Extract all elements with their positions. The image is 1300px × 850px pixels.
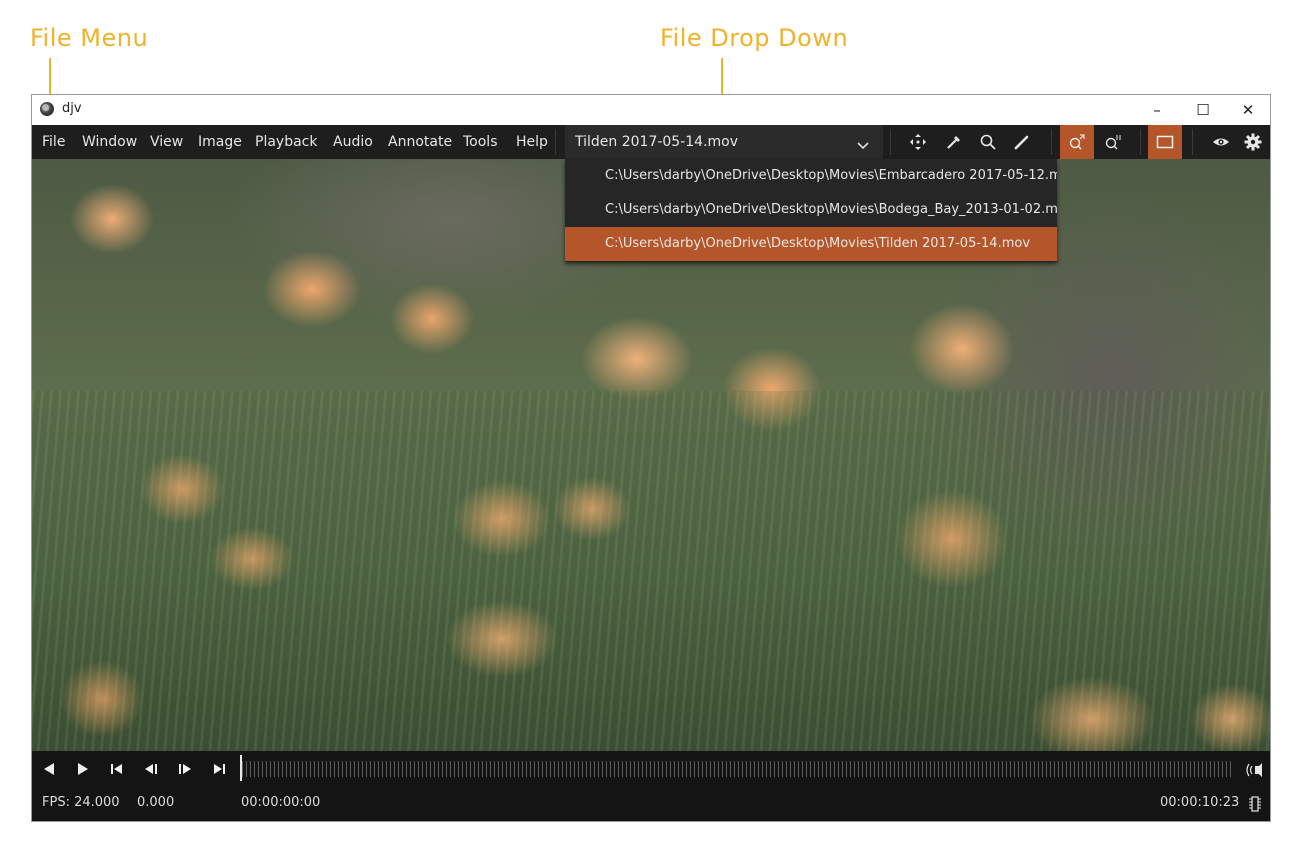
menu-annotate[interactable]: Annotate: [388, 134, 452, 150]
menu-playback[interactable]: Playback: [255, 134, 317, 150]
speaker-icon: [1246, 763, 1262, 777]
menu-audio[interactable]: Audio: [333, 134, 373, 150]
play-icon: [78, 763, 88, 775]
djv-window: djv – ☐ ✕ File Window View Image Playbac…: [31, 94, 1271, 822]
playback-bar: FPS: 24.000 0.000 00:00:00:00 00:00:10:2…: [32, 751, 1270, 821]
next-frame-icon: [179, 764, 191, 774]
last-frame-button[interactable]: [206, 757, 234, 781]
gear-icon: [1244, 133, 1262, 151]
viewport-image-texture: [32, 391, 1270, 751]
menu-separator: [1051, 129, 1052, 155]
playhead-handle[interactable]: [240, 755, 242, 781]
annotate-pen-button[interactable]: [1005, 125, 1039, 159]
menu-bar: File Window View Image Playback Audio An…: [32, 125, 1270, 159]
maximize-button[interactable]: ☐: [1180, 95, 1226, 125]
duration-time: 00:00:10:23: [1160, 795, 1240, 810]
chevron-down-icon: [857, 138, 869, 154]
last-frame-icon: [214, 764, 225, 774]
next-frame-button[interactable]: [172, 757, 200, 781]
file-drop-down[interactable]: Tilden 2017-05-14.mov: [565, 125, 883, 159]
title-bar: djv – ☐ ✕: [32, 95, 1270, 125]
menu-separator: [1192, 129, 1193, 155]
zoom-reset-button[interactable]: [1096, 125, 1130, 159]
color-picker-button[interactable]: [937, 125, 971, 159]
view-settings-button[interactable]: [1204, 125, 1238, 159]
menu-file[interactable]: File: [42, 134, 65, 150]
zoom-fit-button[interactable]: [1060, 125, 1094, 159]
previous-frame-icon: [145, 764, 157, 774]
menu-view[interactable]: View: [150, 134, 183, 150]
fps-display: FPS: 24.000: [42, 795, 120, 810]
file-menu-callout: File Menu: [30, 24, 149, 52]
file-option[interactable]: C:\Users\darby\OneDrive\Desktop\Movies\E…: [565, 159, 1057, 193]
menu-separator: [555, 129, 556, 155]
settings-button[interactable]: [1236, 125, 1270, 159]
file-drop-down-list: C:\Users\darby\OneDrive\Desktop\Movies\E…: [565, 159, 1057, 262]
file-option-selected[interactable]: C:\Users\darby\OneDrive\Desktop\Movies\T…: [565, 227, 1057, 261]
eye-icon: [1213, 138, 1229, 146]
time-units-button[interactable]: [1242, 791, 1270, 815]
move-icon: [910, 134, 926, 150]
first-frame-icon: [111, 764, 122, 774]
menu-image[interactable]: Image: [198, 134, 242, 150]
color-picker-icon: [947, 136, 960, 149]
time-units-icon: [1249, 796, 1261, 812]
first-frame-button[interactable]: [104, 757, 132, 781]
play-button[interactable]: [70, 757, 98, 781]
menu-help[interactable]: Help: [516, 134, 548, 150]
djv-logo-icon: [40, 102, 54, 116]
window-title: djv: [62, 101, 82, 116]
reverse-play-icon: [44, 763, 54, 775]
frame-view-button[interactable]: [1148, 125, 1182, 159]
magnify-button[interactable]: [971, 125, 1005, 159]
file-drop-down-callout: File Drop Down: [660, 24, 849, 52]
current-time[interactable]: 00:00:00:00: [241, 795, 320, 810]
annotate-pen-icon: [1014, 135, 1029, 150]
move-tool-button[interactable]: [901, 125, 935, 159]
speed-display[interactable]: 0.000: [137, 795, 174, 810]
zoom-fit-icon: [1069, 134, 1085, 150]
current-file-label: Tilden 2017-05-14.mov: [575, 134, 739, 150]
reverse-play-button[interactable]: [36, 757, 64, 781]
close-button[interactable]: ✕: [1225, 95, 1271, 125]
menu-tools[interactable]: Tools: [463, 134, 498, 150]
timeline-slider[interactable]: [242, 761, 1234, 777]
frame-icon: [1156, 135, 1174, 149]
menu-separator: [1140, 129, 1141, 155]
audio-button[interactable]: [1240, 757, 1268, 781]
menu-window[interactable]: Window: [82, 134, 137, 150]
menu-separator: [890, 129, 891, 155]
zoom-reset-icon: [1105, 135, 1121, 150]
minimize-button[interactable]: –: [1134, 95, 1180, 125]
file-option[interactable]: C:\Users\darby\OneDrive\Desktop\Movies\B…: [565, 193, 1057, 227]
magnify-icon: [980, 134, 996, 150]
previous-frame-button[interactable]: [138, 757, 166, 781]
